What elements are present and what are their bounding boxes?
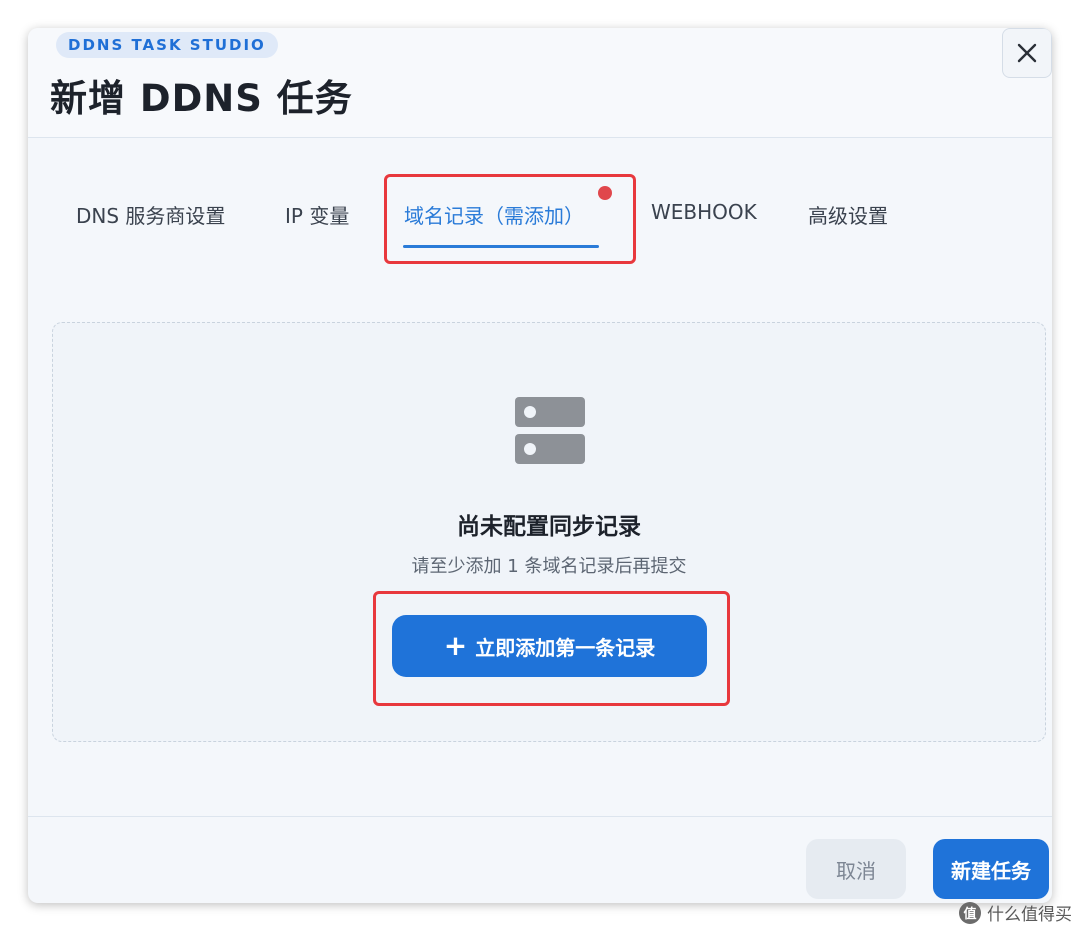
tab-highlight-box	[384, 174, 636, 264]
tab-advanced-settings[interactable]: 高级设置	[808, 200, 888, 229]
create-task-button[interactable]: 新建任务	[933, 839, 1049, 899]
new-ddns-task-dialog: DDNS TASK STUDIO 新增 DDNS 任务 DNS 服务商设置 IP…	[28, 28, 1052, 903]
watermark-logo-icon: 值	[959, 901, 981, 924]
close-icon	[1017, 43, 1037, 63]
tab-webhook[interactable]: WEBHOOK	[651, 200, 757, 224]
dialog-title: 新增 DDNS 任务	[50, 77, 353, 120]
dialog-footer: 取消 新建任务	[28, 816, 1052, 903]
watermark-text: 什么值得买	[987, 905, 1072, 925]
watermark: 值 什么值得买	[959, 900, 1072, 925]
empty-state-subtitle: 请至少添加 1 条域名记录后再提交	[411, 556, 687, 577]
studio-badge: DDNS TASK STUDIO	[56, 32, 278, 58]
close-button[interactable]	[1002, 28, 1052, 78]
cancel-button[interactable]: 取消	[806, 839, 906, 899]
dialog-header: DDNS TASK STUDIO 新增 DDNS 任务	[28, 28, 1052, 138]
tab-dns-provider[interactable]: DNS 服务商设置	[76, 200, 225, 229]
server-icon	[515, 397, 585, 464]
tab-ip-variables[interactable]: IP 变量	[285, 200, 349, 229]
button-highlight-box	[373, 591, 730, 706]
empty-state-title: 尚未配置同步记录	[457, 514, 641, 540]
